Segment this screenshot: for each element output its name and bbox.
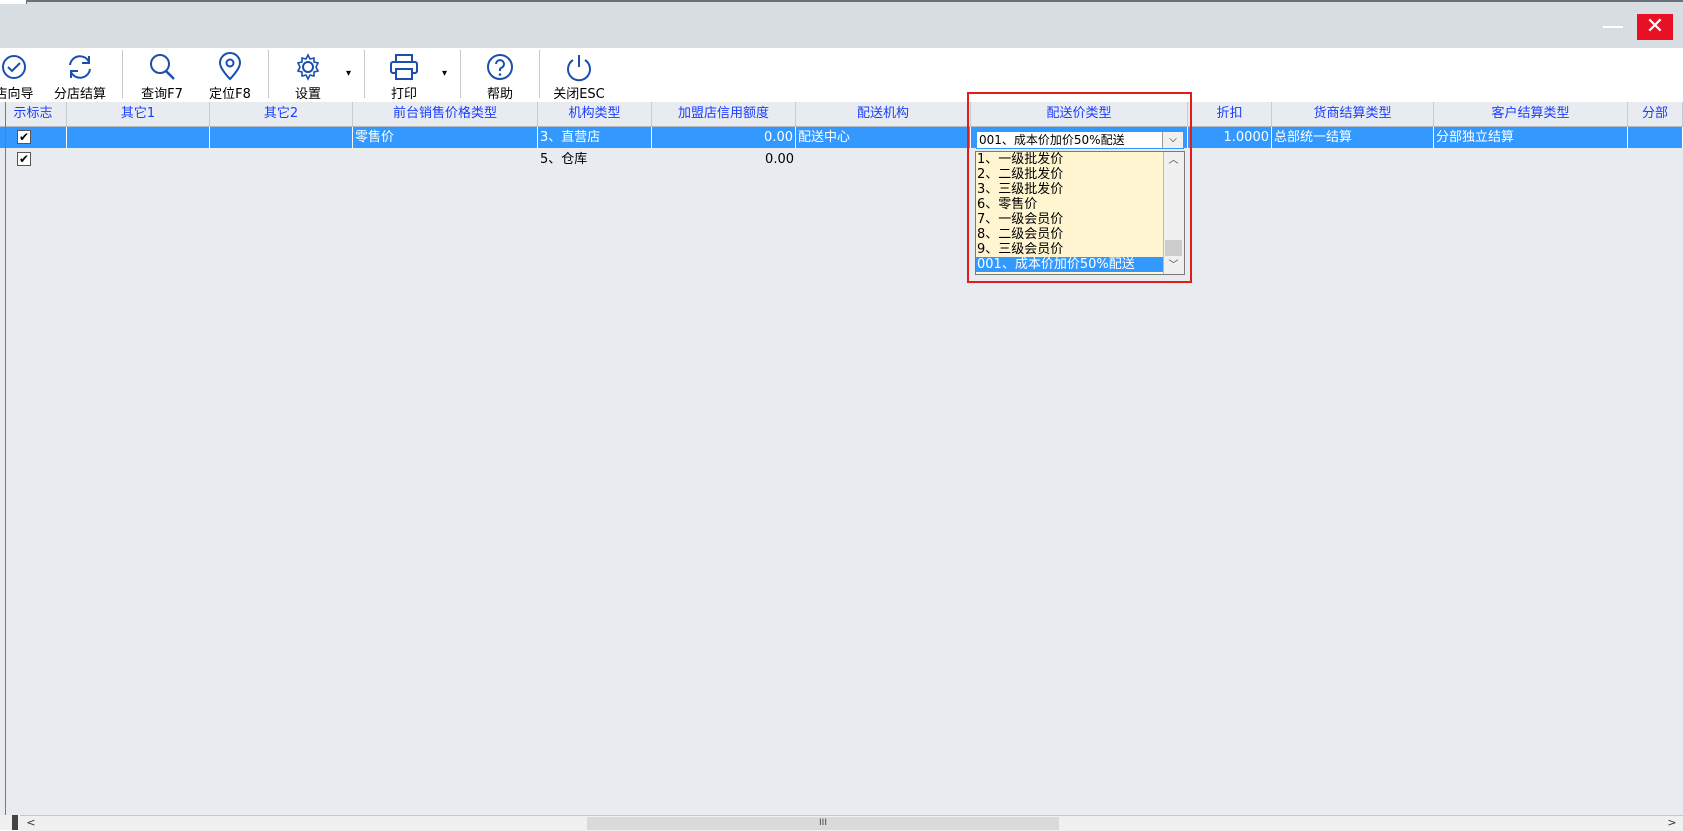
dropdown-option[interactable]: 6、零售价 xyxy=(976,197,1164,212)
supplier-settle-cell[interactable] xyxy=(1272,149,1434,170)
location-pin-icon xyxy=(218,52,242,81)
credit-cell[interactable]: 0.00 xyxy=(652,149,796,170)
column-header[interactable]: 前台销售价格类型 xyxy=(353,102,538,126)
print-dropdown-caret[interactable]: ▾ xyxy=(442,68,447,79)
scrollbar-corner-mark xyxy=(12,815,18,830)
title-bar: ✕ xyxy=(0,0,1683,48)
locate-label: 定位F8 xyxy=(209,87,251,102)
dist-price-type-combobox[interactable]: 001、成本价加价50%配送 ⌵ xyxy=(976,131,1184,149)
query-label: 查询F7 xyxy=(141,87,183,102)
discount-cell[interactable]: 1.0000 xyxy=(1188,127,1272,148)
grid-header: 示标志 其它1 其它2 前台销售价格类型 机构类型 加盟店信用额度 配送机构 配… xyxy=(0,102,1683,127)
front-price-type-cell[interactable] xyxy=(353,149,538,170)
query-button[interactable]: 查询F7 xyxy=(132,48,192,102)
help-label: 帮助 xyxy=(486,87,513,102)
toolbar: 店向导 分店结算 查询F7 定位F8 设置 ▾ 打印 ▾ 帮助 关闭ESC xyxy=(0,48,1683,102)
dropdown-option[interactable]: 8、二级会员价 xyxy=(976,227,1164,242)
column-header[interactable]: 其它1 xyxy=(67,102,210,126)
display-flag-checkbox[interactable]: ✔ xyxy=(17,152,31,166)
help-button[interactable]: 帮助 xyxy=(470,48,530,102)
scroll-right-icon[interactable]: > xyxy=(1663,816,1681,831)
column-header[interactable]: 机构类型 xyxy=(538,102,652,126)
branch-cell[interactable] xyxy=(1628,127,1683,148)
dist-price-type-dropdown-list: 1、一级批发价 2、二级批发价 3、三级批发价 6、零售价 7、一级会员价 8、… xyxy=(975,151,1185,275)
scroll-up-icon[interactable]: ︿ xyxy=(1164,152,1183,169)
column-header[interactable]: 其它2 xyxy=(210,102,353,126)
close-esc-button[interactable]: 关闭ESC xyxy=(547,48,611,102)
column-header[interactable]: 客户结算类型 xyxy=(1434,102,1628,126)
table-row[interactable]: ✔ 5、仓库 0.00 xyxy=(0,149,1683,170)
display-flag-cell[interactable]: ✔ xyxy=(0,149,67,170)
dropdown-option[interactable]: 2、二级批发价 xyxy=(976,167,1164,182)
locate-button[interactable]: 定位F8 xyxy=(200,48,260,102)
dist-org-cell[interactable] xyxy=(796,149,971,170)
other2-cell[interactable] xyxy=(210,127,353,148)
dropdown-option[interactable]: 9、三级会员价 xyxy=(976,242,1164,257)
customer-settle-cell[interactable] xyxy=(1434,149,1628,170)
dropdown-option[interactable]: 3、三级批发价 xyxy=(976,182,1164,197)
column-header[interactable]: 折扣 xyxy=(1188,102,1272,126)
minimize-button[interactable] xyxy=(1603,26,1623,28)
dropdown-option[interactable]: 1、一级批发价 xyxy=(976,152,1164,167)
scroll-down-icon[interactable]: ﹀ xyxy=(1164,257,1183,274)
dropdown-scroll-thumb[interactable] xyxy=(1165,240,1182,256)
front-price-type-cell[interactable]: 零售价 xyxy=(353,127,538,148)
toolbar-separator xyxy=(268,50,269,98)
wizard-button[interactable]: 店向导 xyxy=(0,48,42,102)
toolbar-separator xyxy=(122,50,123,98)
column-header[interactable]: 配送机构 xyxy=(796,102,971,126)
dropdown-option[interactable]: 7、一级会员价 xyxy=(976,212,1164,227)
branch-settle-label: 分店结算 xyxy=(53,87,106,102)
dropdown-scrollbar[interactable]: ︿ ﹀ xyxy=(1163,152,1184,274)
display-flag-cell[interactable]: ✔ xyxy=(0,127,67,148)
discount-cell[interactable] xyxy=(1188,149,1272,170)
branch-cell[interactable] xyxy=(1628,149,1683,170)
column-header[interactable]: 示标志 xyxy=(0,102,67,126)
settings-label: 设置 xyxy=(294,87,321,102)
help-icon xyxy=(487,54,513,80)
power-icon xyxy=(567,55,591,82)
gear-icon xyxy=(296,53,320,81)
supplier-settle-cell[interactable]: 总部统一结算 xyxy=(1272,127,1434,148)
other1-cell[interactable] xyxy=(67,127,210,148)
toolbar-separator xyxy=(460,50,461,98)
data-grid: 示标志 其它1 其它2 前台销售价格类型 机构类型 加盟店信用额度 配送机构 配… xyxy=(0,102,1683,815)
column-header[interactable]: 配送价类型 xyxy=(971,102,1188,126)
org-type-cell[interactable]: 3、直营店 xyxy=(538,127,652,148)
dropdown-option-selected[interactable]: 001、成本价加价50%配送 xyxy=(976,257,1164,272)
display-flag-checkbox[interactable]: ✔ xyxy=(17,130,31,144)
org-type-cell[interactable]: 5、仓库 xyxy=(538,149,652,170)
chevron-down-icon[interactable]: ⌵ xyxy=(1162,132,1183,148)
printer-icon xyxy=(390,54,418,80)
check-circle-icon xyxy=(2,55,26,79)
wizard-label: 店向导 xyxy=(0,87,34,102)
print-label: 打印 xyxy=(390,87,417,102)
settings-button[interactable]: 设置 xyxy=(278,48,338,102)
table-row[interactable]: ✔ 零售价 3、直营店 0.00 配送中心 1.0000 总部统一结算 分部独立… xyxy=(0,127,1683,148)
toolbar-separator xyxy=(539,50,540,98)
column-header[interactable]: 加盟店信用额度 xyxy=(652,102,796,126)
grid-left-border xyxy=(5,102,6,815)
column-header[interactable]: 货商结算类型 xyxy=(1272,102,1434,126)
horizontal-scroll-thumb[interactable]: III xyxy=(587,817,1059,830)
combobox-value: 001、成本价加价50%配送 xyxy=(979,133,1125,147)
branch-settle-button[interactable]: 分店结算 xyxy=(46,48,114,102)
close-window-button[interactable]: ✕ xyxy=(1637,14,1673,40)
column-header[interactable]: 分部 xyxy=(1628,102,1683,126)
refresh-icon xyxy=(69,55,91,79)
horizontal-scrollbar[interactable]: < III > xyxy=(20,815,1683,831)
top-edge xyxy=(0,0,27,4)
toolbar-separator xyxy=(364,50,365,98)
scroll-left-icon[interactable]: < xyxy=(22,816,40,831)
settings-dropdown-caret[interactable]: ▾ xyxy=(346,68,351,79)
dist-org-cell[interactable]: 配送中心 xyxy=(796,127,971,148)
customer-settle-cell[interactable]: 分部独立结算 xyxy=(1434,127,1628,148)
search-icon xyxy=(150,54,175,80)
other2-cell[interactable] xyxy=(210,149,353,170)
close-esc-label: 关闭ESC xyxy=(553,87,605,102)
print-button[interactable]: 打印 xyxy=(374,48,434,102)
other1-cell[interactable] xyxy=(67,149,210,170)
credit-cell[interactable]: 0.00 xyxy=(652,127,796,148)
